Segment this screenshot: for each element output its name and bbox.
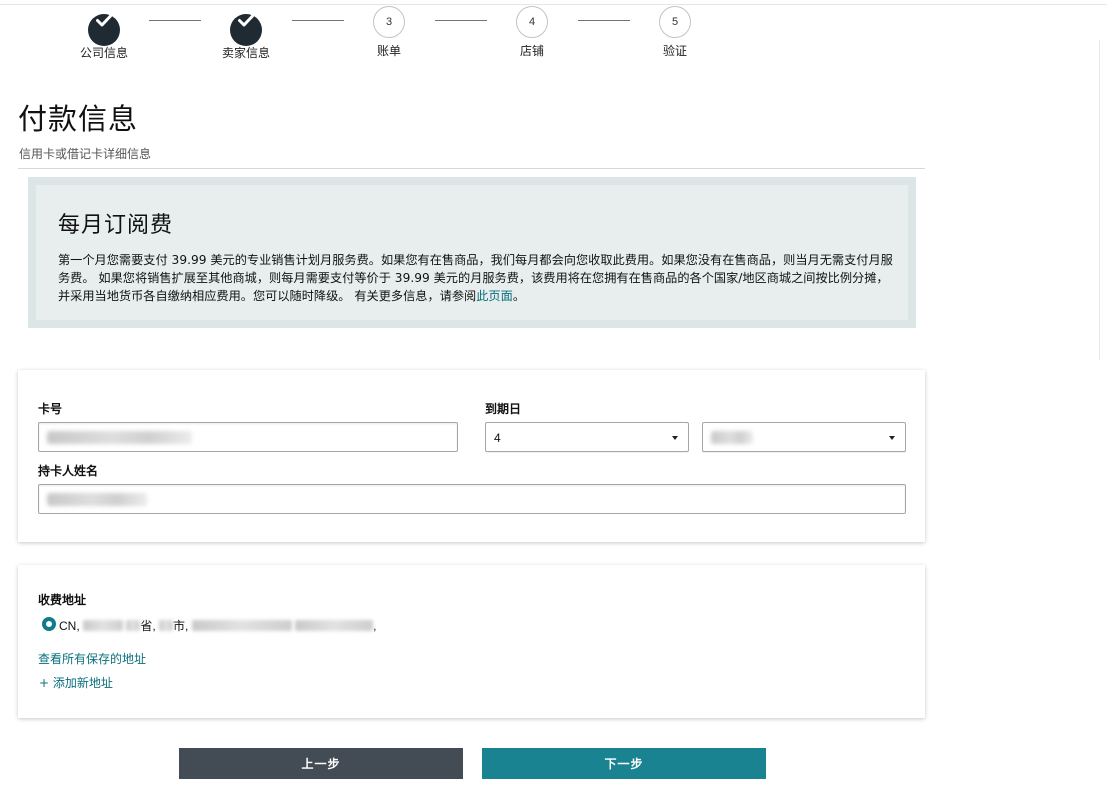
address-city: 市, xyxy=(173,619,189,633)
previous-step-button[interactable]: 上一步 xyxy=(179,748,463,779)
divider xyxy=(18,168,925,169)
redacted-value xyxy=(159,620,174,631)
step-connector xyxy=(435,20,487,21)
payment-card: 卡号 到期日 4 持卡人姓名 xyxy=(18,370,925,542)
cardholder-name-field[interactable] xyxy=(38,484,906,514)
subscription-info-box: 每月订阅费 第一个月您需要支付 39.99 美元的专业销售计划月服务费。如果您有… xyxy=(28,177,916,328)
expiry-month-select[interactable]: 4 xyxy=(485,422,689,452)
view-all-addresses-link[interactable]: 查看所有保存的地址 xyxy=(38,650,146,667)
step-label: 公司信息 xyxy=(79,46,128,60)
info-title: 每月订阅费 xyxy=(58,213,174,238)
redacted-value xyxy=(126,620,141,631)
billing-address-card: 收费地址 CN, 省, 市, , 查看所有保存的地址 + 添加新地址 xyxy=(18,565,925,718)
top-border xyxy=(0,4,1107,5)
redacted-value xyxy=(295,620,374,631)
check-icon xyxy=(230,14,262,46)
redacted-value xyxy=(83,620,124,631)
step-number: 3 xyxy=(373,6,405,38)
step-label: 验证 xyxy=(662,44,687,58)
step-seller-info[interactable]: 卖家信息 xyxy=(210,6,282,60)
card-number-label: 卡号 xyxy=(38,402,63,416)
cardholder-name-label: 持卡人姓名 xyxy=(38,464,99,478)
redacted-value xyxy=(191,620,292,631)
address-trailing: , xyxy=(373,619,377,633)
card-number-field[interactable] xyxy=(38,422,458,452)
chevron-down-icon xyxy=(889,436,895,440)
expiry-label: 到期日 xyxy=(485,402,522,416)
step-label: 店铺 xyxy=(519,44,544,58)
chevron-down-icon xyxy=(672,436,678,440)
scrollbar-track xyxy=(1099,40,1100,360)
check-icon xyxy=(88,14,120,46)
step-connector xyxy=(149,20,201,21)
step-store: 4 店铺 xyxy=(496,6,568,58)
expiry-year-select[interactable] xyxy=(702,422,906,452)
step-billing: 3 账单 xyxy=(353,6,425,58)
address-country: CN, xyxy=(59,619,80,633)
billing-address-label: 收费地址 xyxy=(38,593,87,607)
redacted-value xyxy=(47,431,192,444)
page-subtitle: 信用卡或借记卡详细信息 xyxy=(19,147,152,161)
step-label: 账单 xyxy=(376,44,401,58)
redacted-value xyxy=(47,493,147,506)
cardholder-name-input[interactable] xyxy=(39,485,905,513)
info-text: 第一个月您需要支付 39.99 美元的专业销售计划月服务费。如果您有在售商品，我… xyxy=(58,251,898,305)
expiry-month-value: 4 xyxy=(494,431,501,445)
info-end: 。 xyxy=(512,289,525,303)
step-connector xyxy=(292,20,344,21)
step-company-info[interactable]: 公司信息 xyxy=(68,6,140,60)
step-label: 卖家信息 xyxy=(221,46,270,60)
address-radio[interactable] xyxy=(42,617,56,631)
step-verification: 5 验证 xyxy=(639,6,711,58)
address-province: 省, xyxy=(140,619,156,633)
next-step-button[interactable]: 下一步 xyxy=(482,748,766,779)
add-new-address-link[interactable]: + 添加新地址 xyxy=(39,674,113,691)
step-number: 5 xyxy=(659,6,691,38)
page-title: 付款信息 xyxy=(18,102,139,136)
step-connector xyxy=(578,20,630,21)
address-line: CN, 省, 市, , xyxy=(59,617,376,634)
redacted-value xyxy=(711,431,753,444)
step-number: 4 xyxy=(516,6,548,38)
info-page-link[interactable]: 此页面 xyxy=(476,289,513,303)
